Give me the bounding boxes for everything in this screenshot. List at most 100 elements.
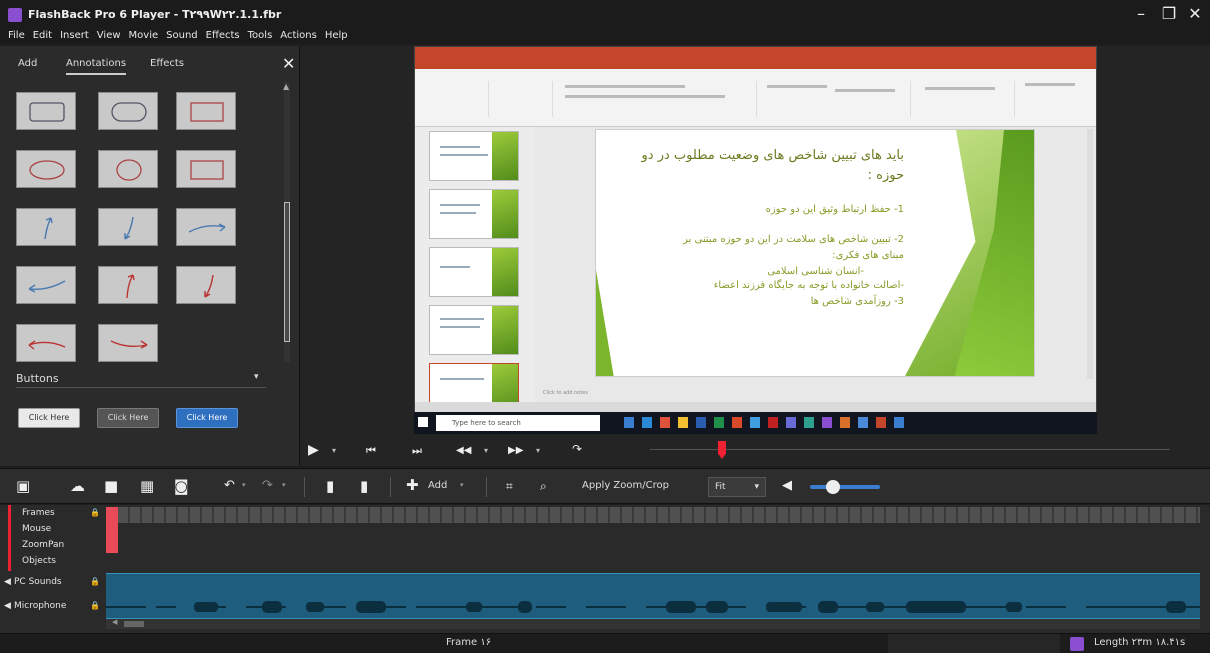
timeline-playhead[interactable] [106, 507, 118, 553]
loop-button[interactable]: ↷ [572, 442, 582, 456]
fit-select[interactable]: Fit ▾ [708, 477, 766, 497]
chevron-down-icon[interactable]: ▾ [460, 481, 464, 489]
film-icon[interactable]: ▦ [140, 477, 154, 495]
chevron-down-icon[interactable]: ▾ [242, 481, 246, 489]
tab-effects[interactable]: Effects [150, 58, 184, 69]
current-slide: باید های تبیین شاخص های وضعیت مطلوب در د… [595, 129, 1035, 377]
undo-icon[interactable]: ↶ [224, 478, 235, 493]
slide-bullet: 2- تبیین شاخص های سلامت در این دو حوزه م… [683, 234, 904, 245]
speaker-icon[interactable]: ◀ [4, 601, 11, 611]
shape-rounded-rectangle[interactable] [98, 92, 158, 130]
chevron-down-icon[interactable]: ▾ [536, 446, 540, 455]
volume-slider[interactable] [810, 485, 880, 489]
speaker-icon[interactable]: ◀ [4, 577, 11, 587]
track-selection-bar [8, 505, 11, 571]
shape-arrow-down-red[interactable] [176, 266, 236, 304]
pc-sounds-track[interactable] [106, 573, 1200, 595]
tab-add[interactable]: Add [18, 58, 37, 69]
menu-edit[interactable]: Edit [29, 28, 56, 44]
playback-bar: ▶ ▾ ⏮ ⏭ ◀◀ ▾ ▶▶ ▾ ↷ [300, 436, 1210, 466]
apply-zoom-crop-button[interactable]: Apply Zoom/Crop [582, 480, 669, 491]
video-preview[interactable]: باید های تبیین شاخص های وضعیت مطلوب در د… [300, 46, 1210, 436]
record-icon[interactable]: ■ [104, 477, 118, 495]
shape-circle[interactable] [98, 150, 158, 188]
zoom-icon[interactable]: ⌕ [540, 479, 547, 494]
menu-actions[interactable]: Actions [276, 28, 321, 44]
shape-arrow-right-curve[interactable] [176, 208, 236, 246]
menu-effects[interactable]: Effects [202, 28, 244, 44]
skip-end-button[interactable]: ⏭ [412, 444, 422, 458]
chevron-down-icon[interactable]: ▾ [332, 446, 336, 455]
lock-icon[interactable]: 🔒 [90, 508, 100, 517]
click-here-button-blue[interactable]: Click Here [176, 408, 238, 428]
click-here-button-light[interactable]: Click Here [18, 408, 80, 428]
slide-bullet: -انسان شناسی اسلامی [767, 266, 864, 277]
camera-icon[interactable]: ◙ [174, 477, 189, 495]
add-button-label[interactable]: Add [428, 480, 447, 491]
track-label-zoompan: ZoomPan [22, 540, 65, 550]
playback-timeline-ruler[interactable] [650, 449, 1170, 450]
crop-icon[interactable]: ⌗ [506, 479, 513, 494]
slide-thumbnail [429, 131, 519, 181]
click-here-button-dark[interactable]: Click Here [97, 408, 159, 428]
clip-icon[interactable]: ▮ [360, 477, 368, 495]
menu-file[interactable]: File [0, 28, 29, 44]
shape-rectangle-red[interactable] [176, 92, 236, 130]
tab-annotations[interactable]: Annotations [66, 58, 127, 75]
scroll-left-icon[interactable]: ◀ [112, 618, 117, 626]
chevron-down-icon[interactable]: ▾ [484, 446, 488, 455]
save-icon[interactable]: ▣ [16, 477, 30, 495]
shape-rectangle-red-2[interactable] [176, 150, 236, 188]
menu-help[interactable]: Help [321, 28, 352, 44]
lock-icon[interactable]: 🔒 [90, 601, 100, 610]
rewind-button[interactable]: ◀◀ [456, 445, 471, 456]
frames-track[interactable] [118, 507, 1200, 523]
skip-start-button[interactable]: ⏮ [366, 444, 376, 458]
volume-icon[interactable]: ◀ [782, 478, 792, 493]
slide-green-shape [596, 270, 614, 376]
scroll-up-icon[interactable]: ▲ [283, 82, 289, 91]
shape-arrow-up-right[interactable] [16, 208, 76, 246]
playback-position-marker[interactable] [718, 441, 726, 459]
shape-rectangle[interactable] [16, 92, 76, 130]
minimize-button[interactable]: – [1128, 4, 1154, 23]
add-icon[interactable]: ✚ [406, 476, 419, 494]
chevron-down-icon[interactable]: ▾ [282, 481, 286, 489]
ribbon-control [565, 95, 725, 98]
ribbon-control [767, 85, 827, 88]
slide-title-line: باید های تبیین شاخص های وضعیت مطلوب در د… [641, 148, 904, 163]
arrow-up-icon [44, 217, 53, 240]
microphone-track[interactable] [106, 595, 1200, 619]
delete-icon[interactable]: ▮ [326, 477, 334, 495]
play-button[interactable]: ▶ [308, 442, 319, 458]
microphone-waveform [106, 601, 1200, 613]
buttons-section-label[interactable]: Buttons [16, 372, 59, 385]
redo-icon[interactable]: ↷ [262, 478, 273, 493]
recorded-powerpoint-window: باید های تبیین شاخص های وضعیت مطلوب در د… [414, 46, 1097, 414]
panel-scrollbar[interactable]: ▲ [283, 82, 290, 362]
taskbar-app-icon [876, 417, 886, 428]
menu-insert[interactable]: Insert [56, 28, 93, 44]
scrollbar-thumb[interactable] [284, 202, 290, 342]
upload-icon[interactable]: ☁ [70, 477, 85, 495]
lock-icon[interactable]: 🔒 [90, 577, 100, 586]
shape-arrow-left-curve[interactable] [16, 266, 76, 304]
timeline-scrollbar[interactable]: ◀ [106, 618, 1200, 629]
menu-view[interactable]: View [93, 28, 125, 44]
shape-arrow-right-red[interactable] [98, 324, 158, 362]
menu-movie[interactable]: Movie [125, 28, 163, 44]
close-button[interactable]: ✕ [1182, 4, 1208, 23]
shape-arrow-left-red[interactable] [16, 324, 76, 362]
shape-arrow-down-curve[interactable] [98, 208, 158, 246]
forward-button[interactable]: ▶▶ [508, 445, 523, 456]
maximize-button[interactable]: ❐ [1156, 4, 1182, 23]
shape-arrow-up-red[interactable] [98, 266, 158, 304]
chevron-down-icon[interactable]: ▾ [254, 372, 259, 382]
frame-counter: Frame ۱۶ [446, 637, 492, 648]
menu-sound[interactable]: Sound [162, 28, 202, 44]
scrollbar-thumb[interactable] [124, 621, 144, 627]
shape-ellipse-red[interactable] [16, 150, 76, 188]
panel-close-button[interactable]: ✕ [282, 54, 295, 73]
menu-tools[interactable]: Tools [244, 28, 277, 44]
volume-slider-knob[interactable] [826, 480, 840, 494]
